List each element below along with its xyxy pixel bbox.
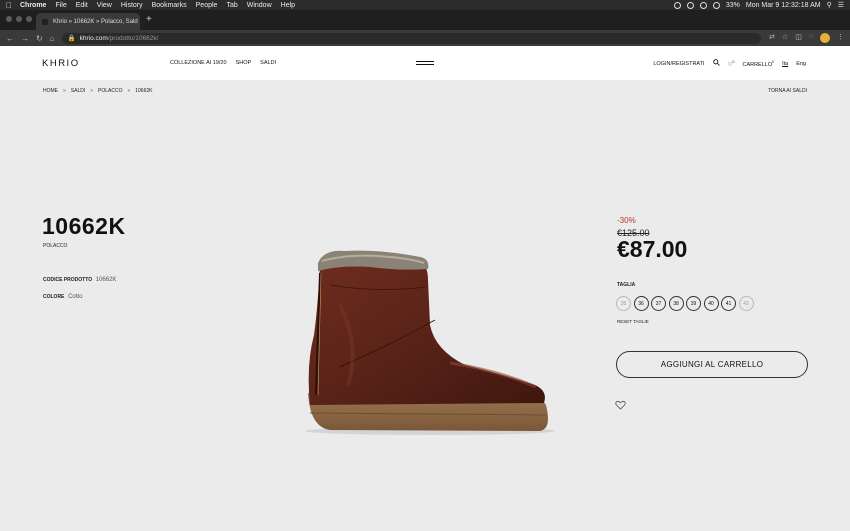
forward-icon[interactable]: → bbox=[21, 34, 29, 43]
product-color: COLORE Cotto bbox=[43, 294, 82, 300]
wishlist-count: 0 bbox=[732, 59, 735, 64]
wishlist-heart-icon[interactable] bbox=[615, 400, 626, 410]
nav-shop[interactable]: SHOP bbox=[236, 60, 252, 66]
url-path: /prodotto/10662k/ bbox=[107, 34, 159, 42]
close-window-button[interactable] bbox=[6, 16, 12, 22]
size-option-35: 35 bbox=[616, 296, 631, 311]
site-logo[interactable]: KHRIO bbox=[42, 58, 80, 69]
tab-title: Khrio » 10662K » Polacco, Sald bbox=[53, 18, 138, 25]
size-option-40[interactable]: 40 bbox=[703, 296, 719, 311]
breadcrumb-separator: » bbox=[127, 88, 131, 94]
product-code: CODICE PRODOTTO 10662K bbox=[43, 277, 116, 283]
dropbox-icon[interactable] bbox=[673, 1, 681, 9]
product-image bbox=[305, 250, 555, 435]
kebab-menu-icon[interactable]: ⋮ bbox=[837, 33, 844, 43]
wifi-icon[interactable] bbox=[712, 1, 720, 9]
translate-icon[interactable]: ⇄ bbox=[769, 33, 775, 43]
extension-icon[interactable]: ◌ bbox=[809, 33, 813, 43]
lang-eng[interactable]: Eng bbox=[796, 61, 806, 67]
battery-percent[interactable]: 33% bbox=[726, 2, 740, 9]
menu-window[interactable]: Window bbox=[247, 2, 272, 9]
pocket-icon[interactable]: ◫ bbox=[795, 33, 802, 43]
site-header: KHRIO COLLEZIONE AI 19/20 SHOP SALDI LOG… bbox=[0, 46, 850, 80]
size-option-36[interactable]: 36 bbox=[633, 296, 649, 311]
menu-bookmarks[interactable]: Bookmarks bbox=[152, 2, 187, 9]
login-link[interactable]: LOGIN/REGISTRATI bbox=[653, 61, 704, 67]
user-nav: LOGIN/REGISTRATI ♡0 CARRELLO0 Ita Eng bbox=[653, 59, 806, 68]
lock-icon[interactable]: 🔒 bbox=[68, 34, 76, 42]
browser-tab[interactable]: Khrio » 10662K » Polacco, Sald ✕ bbox=[36, 13, 140, 30]
minimize-window-button[interactable] bbox=[16, 16, 22, 22]
nav-saldi[interactable]: SALDI bbox=[260, 60, 276, 66]
menu-app-name[interactable]: Chrome bbox=[20, 2, 46, 9]
extensions: ⇄ ☆ ◫ ◌ ⋮ bbox=[769, 33, 844, 43]
breadcrumb-separator: » bbox=[90, 88, 94, 94]
back-to-sale-link[interactable]: TORNA AI SALDI bbox=[768, 88, 807, 94]
breadcrumb-polacco[interactable]: POLACCO bbox=[98, 88, 122, 94]
menu-tab[interactable]: Tab bbox=[226, 2, 237, 9]
wishlist-link[interactable]: ♡0 bbox=[728, 60, 735, 68]
search-icon[interactable]: ⚲ bbox=[827, 1, 832, 9]
reload-icon[interactable]: ↻ bbox=[36, 34, 43, 43]
status-area: 33% Mon Mar 9 12:32:18 AM ⚲ ☰ bbox=[673, 1, 844, 9]
sync-icon[interactable] bbox=[686, 1, 694, 9]
hamburger-menu-icon[interactable] bbox=[416, 61, 434, 65]
reset-sizes-link[interactable]: RESET TAGLIE bbox=[617, 319, 649, 324]
menu-file[interactable]: File bbox=[55, 2, 66, 9]
size-option-39[interactable]: 39 bbox=[686, 296, 701, 311]
zoom-window-button[interactable] bbox=[26, 16, 32, 22]
cart-link[interactable]: CARRELLO0 bbox=[742, 60, 774, 68]
product-title: 10662K bbox=[42, 213, 126, 239]
size-option-41[interactable]: 41 bbox=[721, 296, 736, 311]
menu-view[interactable]: View bbox=[97, 2, 112, 9]
favicon-icon bbox=[42, 18, 48, 25]
breadcrumb-home[interactable]: HOME bbox=[43, 88, 58, 94]
lang-ita[interactable]: Ita bbox=[782, 61, 788, 67]
cloud-icon[interactable] bbox=[699, 1, 707, 9]
apple-menu-icon[interactable]:  bbox=[6, 1, 12, 10]
breadcrumb-saldi[interactable]: SALDI bbox=[71, 88, 85, 94]
breadcrumb-separator: » bbox=[63, 88, 66, 94]
browser-tabstrip: Khrio » 10662K » Polacco, Sald ✕ + bbox=[0, 10, 850, 30]
cart-count: 0 bbox=[772, 59, 775, 64]
search-icon[interactable] bbox=[712, 59, 720, 68]
new-tab-button[interactable]: + bbox=[146, 14, 152, 25]
product-category: POLACCO bbox=[43, 243, 68, 249]
list-icon[interactable]: ☰ bbox=[838, 1, 844, 9]
window-controls bbox=[6, 16, 32, 22]
bookmark-star-icon[interactable]: ☆ bbox=[782, 33, 788, 43]
main-nav: COLLEZIONE AI 19/20 SHOP SALDI bbox=[170, 60, 276, 66]
discount-badge: -30% bbox=[617, 216, 636, 225]
size-option-37[interactable]: 37 bbox=[651, 296, 666, 311]
product-color-label: COLORE bbox=[43, 294, 65, 300]
current-price: €87.00 bbox=[617, 236, 688, 262]
profile-avatar[interactable] bbox=[820, 33, 830, 43]
browser-toolbar: ← → ↻ ⌂ 🔒 khrio.com /prodotto/10662k/ ⇄ … bbox=[0, 30, 850, 46]
breadcrumb-current: 10662K bbox=[135, 88, 153, 94]
clock[interactable]: Mon Mar 9 12:32:18 AM bbox=[746, 2, 821, 9]
menu-history[interactable]: History bbox=[121, 2, 143, 9]
add-to-cart-button[interactable]: AGGIUNGI AL CARRELLO bbox=[616, 351, 808, 378]
size-selector: 35 36 37 38 39 40 41 42 bbox=[616, 296, 754, 311]
nav-collezione[interactable]: COLLEZIONE AI 19/20 bbox=[170, 60, 227, 66]
menu-help[interactable]: Help bbox=[281, 2, 295, 9]
product-code-value: 10662K bbox=[95, 277, 117, 283]
size-label: TAGLIA bbox=[617, 282, 636, 288]
size-option-38[interactable]: 38 bbox=[668, 296, 684, 311]
product-code-label: CODICE PRODOTTO bbox=[43, 277, 93, 283]
size-option-42: 42 bbox=[738, 296, 754, 311]
address-bar[interactable]: 🔒 khrio.com /prodotto/10662k/ bbox=[61, 32, 762, 44]
cart-label: CARRELLO bbox=[742, 61, 773, 68]
back-icon[interactable]: ← bbox=[6, 34, 14, 43]
home-icon[interactable]: ⌂ bbox=[50, 34, 55, 43]
menu-people[interactable]: People bbox=[196, 2, 218, 9]
url-domain: khrio.com bbox=[79, 34, 108, 42]
breadcrumb: HOME » SALDI » POLACCO » 10662K bbox=[43, 88, 153, 94]
macos-menubar:  Chrome File Edit View History Bookmark… bbox=[0, 0, 850, 10]
product-color-value: Cotto bbox=[68, 294, 83, 300]
menu-edit[interactable]: Edit bbox=[76, 2, 88, 9]
